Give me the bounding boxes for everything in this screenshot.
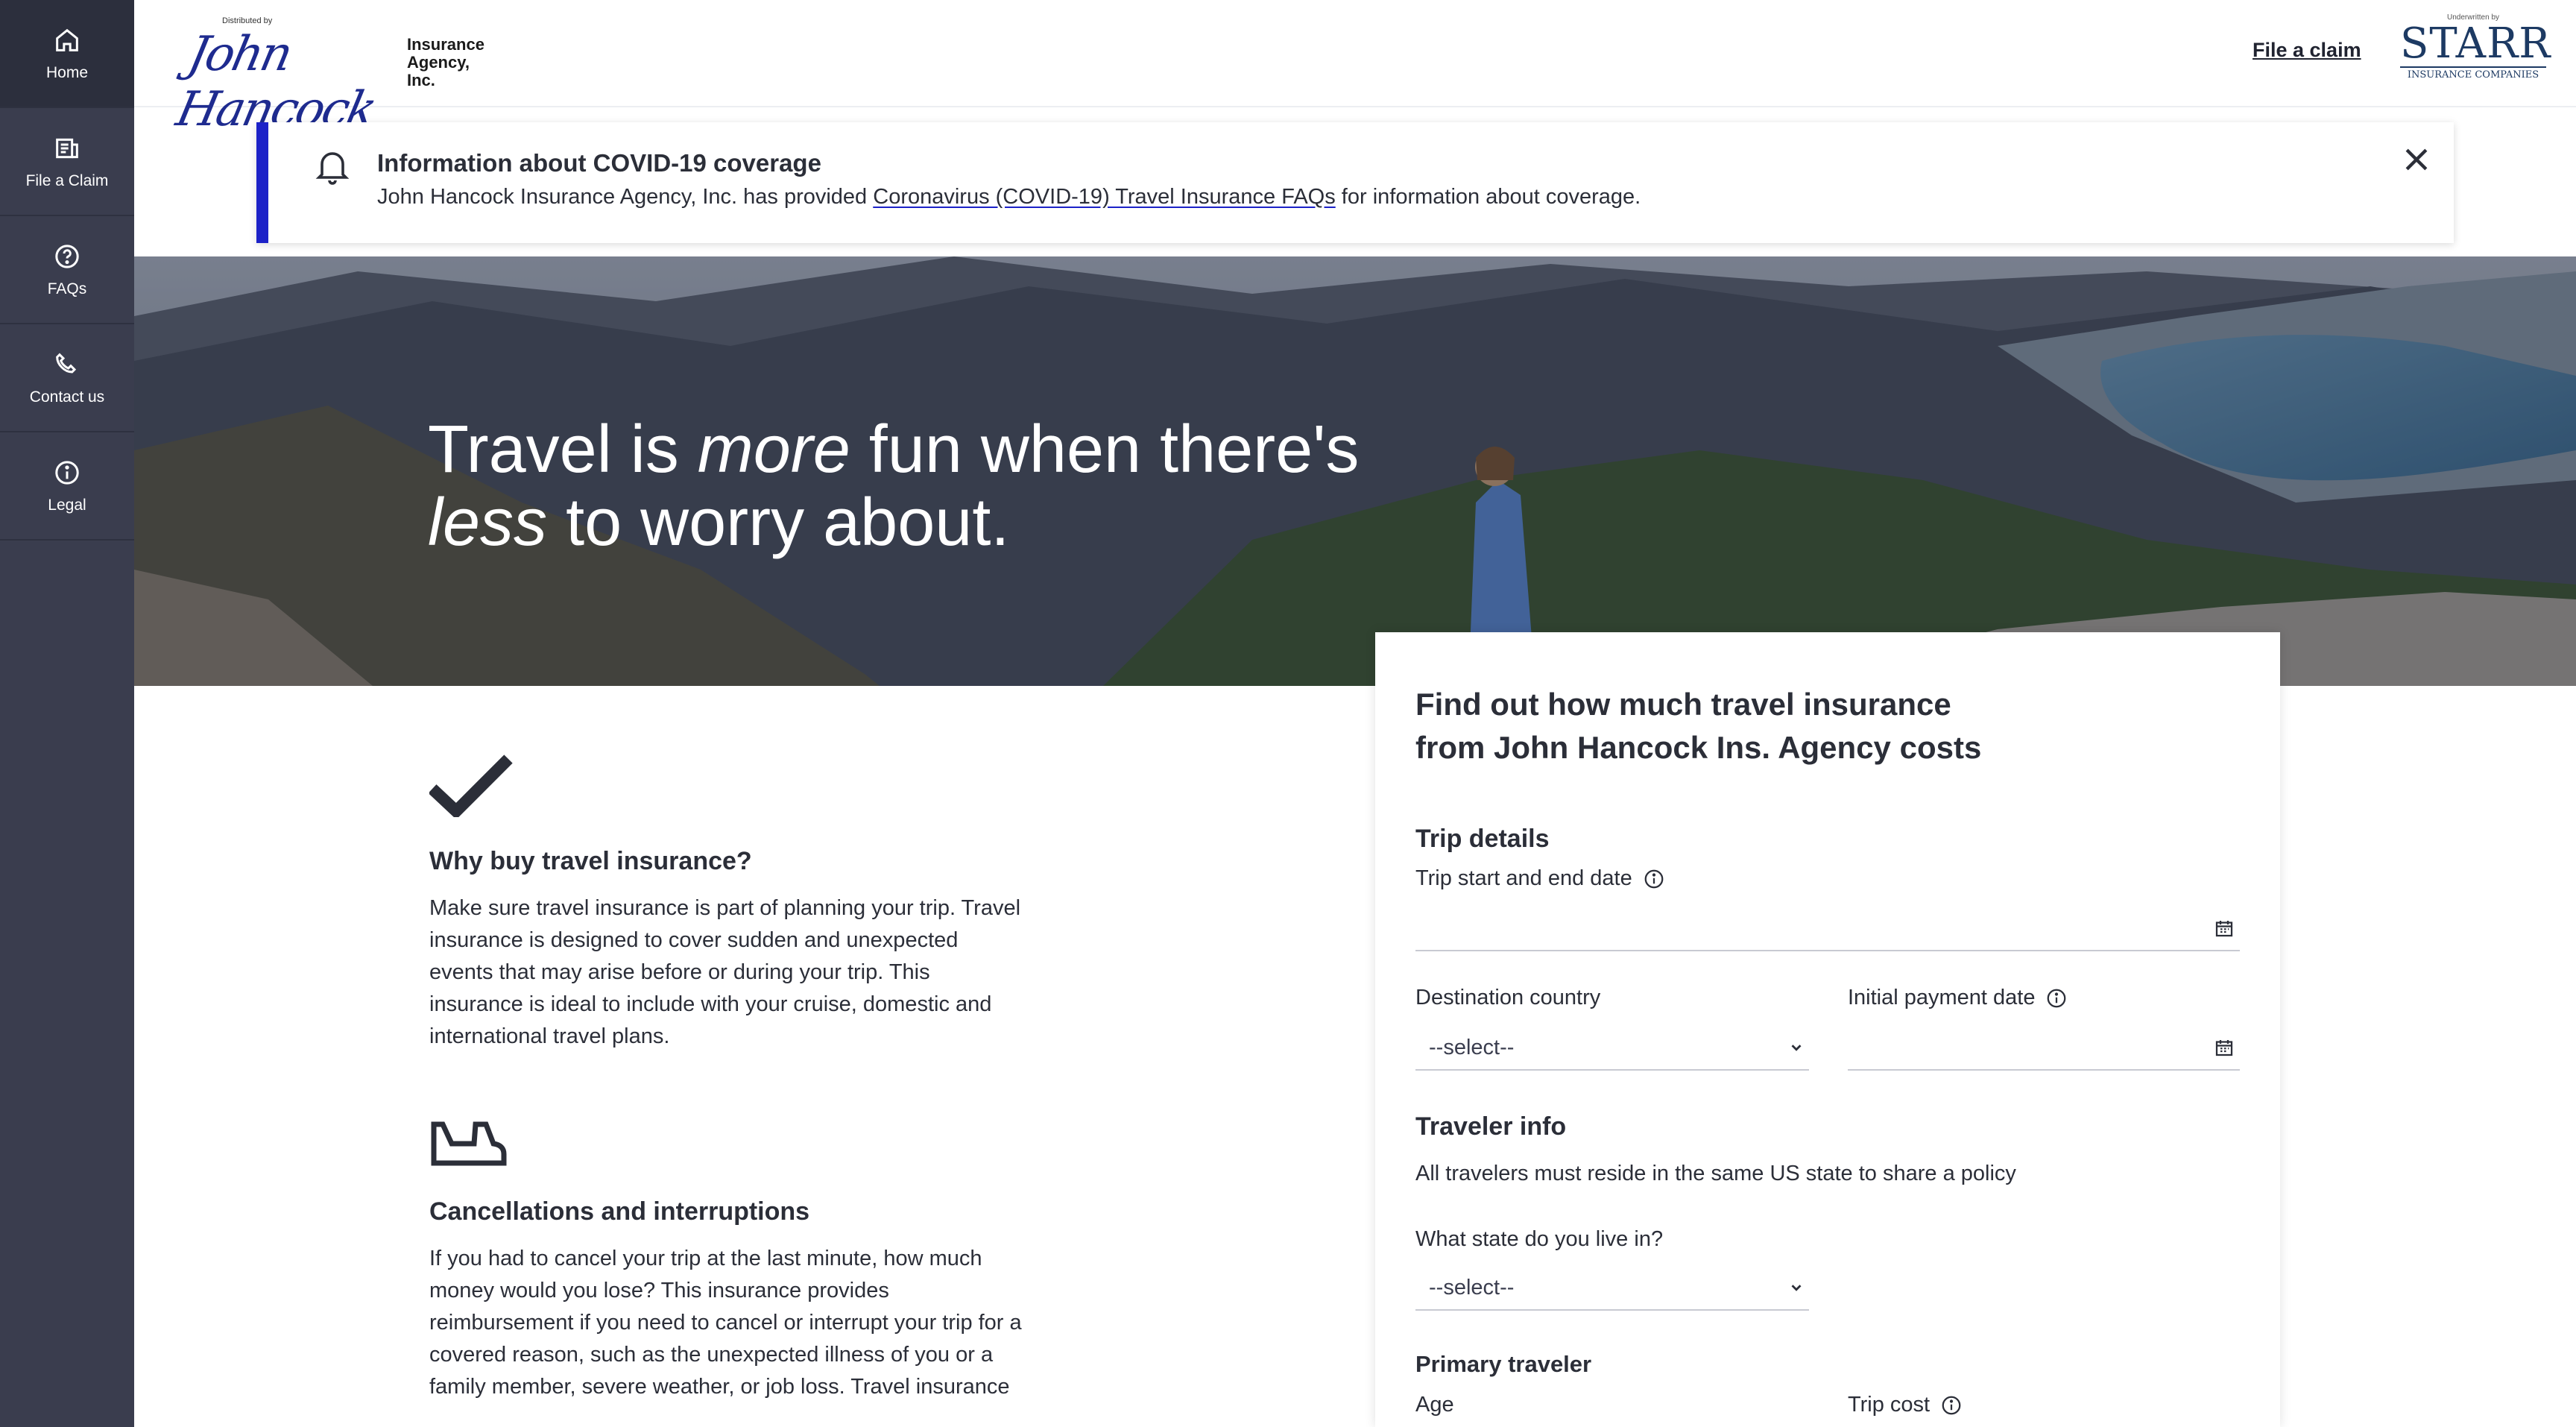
- distributed-by-text: Distributed by: [222, 16, 273, 25]
- agency-name: Insurance Agency, Inc.: [407, 36, 484, 89]
- agency-line-2: Agency, Inc.: [407, 53, 470, 89]
- hero-text-part: to worry about.: [547, 485, 1010, 560]
- agency-line-1: Insurance: [407, 35, 484, 54]
- question-icon: [55, 244, 79, 268]
- trip-dates-label: Trip start and end date: [1415, 866, 1665, 891]
- feature-why-buy: Why buy travel insurance? Make sure trav…: [429, 753, 1026, 1053]
- home-icon: [56, 28, 78, 51]
- alert-title: Information about COVID-19 coverage: [377, 149, 821, 177]
- trip-dates-input[interactable]: [1415, 907, 2240, 951]
- payment-date-label-text: Initial payment date: [1848, 986, 2036, 1009]
- trip-dates-label-text: Trip start and end date: [1415, 866, 1632, 890]
- sidebar-item-contact[interactable]: Contact us: [0, 324, 134, 432]
- hero-emphasis-less: less: [428, 485, 548, 560]
- feature-text: If you had to cancel your trip at the la…: [429, 1247, 1022, 1399]
- info-icon: [55, 460, 79, 485]
- state-selected-value: --select--: [1429, 1275, 1515, 1300]
- trip-cost-label: Trip cost: [1848, 1393, 1963, 1417]
- john-hancock-logo[interactable]: Distributed by John Hancock Insurance Ag…: [157, 13, 484, 137]
- traveler-info-heading: Traveler info: [1415, 1112, 1567, 1141]
- info-icon[interactable]: [1940, 1394, 1963, 1417]
- age-label: Age: [1415, 1393, 1454, 1417]
- destination-selected-value: --select--: [1429, 1035, 1515, 1059]
- hero-text-part: Travel is: [428, 412, 698, 487]
- calendar-icon[interactable]: [2213, 917, 2235, 939]
- checkmark-icon: [429, 755, 513, 817]
- sidebar-item-label: Legal: [48, 496, 86, 514]
- quote-form-title: Find out how much travel insurance from …: [1415, 683, 1982, 769]
- calendar-icon[interactable]: [2213, 1036, 2235, 1059]
- starr-wordmark: STARR: [2400, 19, 2551, 68]
- trip-cost-label-text: Trip cost: [1848, 1393, 1931, 1417]
- destination-label: Destination country: [1415, 986, 1600, 1010]
- feature-title: Cancellations and interruptions: [429, 1197, 810, 1226]
- payment-date-label: Initial payment date: [1848, 986, 2068, 1010]
- top-header: Distributed by John Hancock Insurance Ag…: [134, 0, 2576, 137]
- alert-body-text: John Hancock Insurance Agency, Inc. has …: [377, 185, 874, 209]
- covid-alert-banner: Information about COVID-19 coverage John…: [256, 122, 2454, 243]
- hero-emphasis-more: more: [697, 412, 850, 487]
- hero-text-part: fun when there's: [850, 412, 1360, 487]
- sidebar-item-label: Contact us: [29, 388, 105, 406]
- alert-body: John Hancock Insurance Agency, Inc. has …: [377, 185, 1641, 210]
- sidebar-item-faqs[interactable]: FAQs: [0, 216, 134, 324]
- sidebar-item-home[interactable]: Home: [0, 0, 134, 108]
- feature-cancellations: Cancellations and interruptions If you h…: [429, 1120, 1026, 1403]
- hero-banner: Travel is more fun when there's less to …: [134, 256, 2576, 686]
- payment-date-input[interactable]: [1848, 1026, 2240, 1071]
- quote-title-line: from John Hancock Ins. Agency costs: [1415, 730, 1982, 765]
- state-select[interactable]: --select--: [1415, 1266, 1809, 1311]
- feature-text: Make sure travel insurance is part of pl…: [429, 896, 1021, 1048]
- plane-landing-icon: [431, 1121, 507, 1166]
- close-icon[interactable]: [2400, 143, 2433, 176]
- claim-document-icon: [56, 138, 78, 158]
- header-file-claim-link[interactable]: File a claim: [2253, 39, 2361, 62]
- info-icon[interactable]: [2045, 987, 2068, 1009]
- trip-details-heading: Trip details: [1415, 825, 1550, 853]
- age-label-text: Age: [1415, 1393, 1454, 1417]
- starr-subtitle: INSURANCE COMPANIES: [2400, 66, 2546, 81]
- quote-title-line: Find out how much travel insurance: [1415, 687, 1951, 722]
- destination-select[interactable]: --select--: [1415, 1026, 1809, 1071]
- chevron-down-icon: [1791, 1285, 1802, 1291]
- destination-label-text: Destination country: [1415, 986, 1601, 1009]
- state-label: What state do you live in?: [1415, 1227, 1663, 1252]
- info-icon[interactable]: [1643, 868, 1665, 890]
- sidebar: Home File a Claim FAQs Contact us Legal: [0, 0, 134, 1427]
- sidebar-item-file-claim[interactable]: File a Claim: [0, 108, 134, 216]
- quote-form-card: Find out how much travel insurance from …: [1375, 632, 2280, 1427]
- covid-faq-link[interactable]: Coronavirus (COVID-19) Travel Insurance …: [873, 185, 1335, 209]
- starr-logo: Underwritten by STARR INSURANCE COMPANIE…: [2400, 13, 2551, 81]
- sidebar-item-legal[interactable]: Legal: [0, 432, 134, 541]
- phone-icon: [56, 353, 77, 374]
- chevron-down-icon: [1791, 1045, 1802, 1051]
- sidebar-item-label: FAQs: [47, 280, 87, 297]
- alert-body-text: for information about coverage.: [1335, 185, 1641, 209]
- bell-icon: [315, 152, 350, 185]
- hero-headline: Travel is more fun when there's less to …: [428, 413, 1359, 559]
- sidebar-item-label: Home: [45, 63, 89, 81]
- primary-traveler-heading: Primary traveler: [1415, 1351, 1592, 1377]
- state-label-text: What state do you live in?: [1415, 1227, 1664, 1251]
- traveler-info-note: All travelers must reside in the same US…: [1415, 1162, 2016, 1185]
- feature-title: Why buy travel insurance?: [429, 847, 752, 875]
- sidebar-item-label: File a Claim: [25, 171, 109, 189]
